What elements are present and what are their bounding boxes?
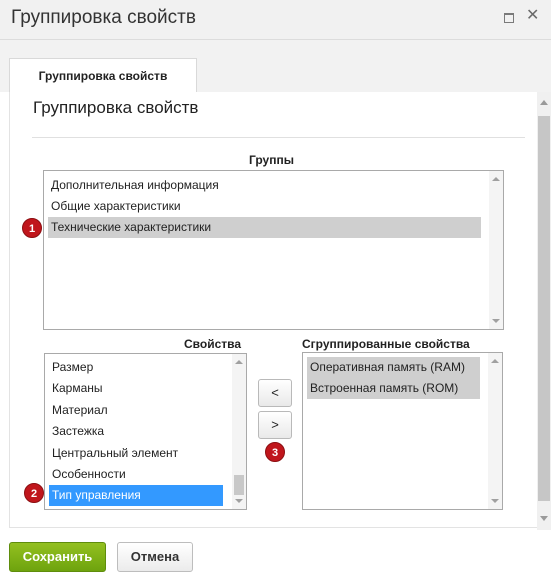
properties-scrollbar[interactable]: [232, 354, 246, 509]
maximize-icon[interactable]: [504, 13, 514, 23]
grouped-properties-listbox[interactable]: Оперативная память (RAM) Встроенная памя…: [302, 352, 503, 510]
grouped-item-selected[interactable]: Оперативная память (RAM): [307, 357, 480, 378]
dialog-scrollbar[interactable]: [537, 92, 551, 530]
groups-label: Группы: [249, 153, 294, 167]
step-badge-1: 1: [22, 218, 42, 238]
properties-label: Свойства: [184, 337, 242, 351]
scroll-up-icon[interactable]: [540, 100, 548, 105]
grouped-properties-label: Сгруппированные свойства: [302, 337, 470, 351]
scroll-down-icon[interactable]: [492, 319, 500, 323]
properties-item-selected[interactable]: Тип управления: [49, 485, 223, 506]
properties-item[interactable]: Особенности: [49, 464, 223, 485]
properties-item[interactable]: Центральный элемент: [49, 443, 223, 464]
scroll-thumb[interactable]: [538, 116, 550, 501]
properties-item[interactable]: Материал: [49, 400, 223, 421]
dialog-title: Группировка свойств: [11, 7, 196, 28]
groups-item-selected[interactable]: Технические характеристики: [48, 217, 481, 238]
scroll-thumb[interactable]: [234, 475, 244, 495]
scroll-up-icon[interactable]: [492, 177, 500, 181]
step-badge-2: 2: [24, 483, 44, 503]
tab-group-properties[interactable]: Группировка свойств: [9, 58, 197, 93]
scroll-down-icon[interactable]: [235, 499, 243, 503]
tab-bar: Группировка свойств: [0, 40, 551, 93]
properties-listbox[interactable]: Размер Карманы Материал Застежка Централ…: [44, 353, 247, 510]
scroll-up-icon[interactable]: [235, 360, 243, 364]
properties-item[interactable]: Карманы: [49, 378, 223, 399]
groups-item[interactable]: Дополнительная информация: [48, 175, 481, 196]
divider: [32, 137, 525, 138]
move-left-button[interactable]: <: [258, 379, 292, 407]
groups-item[interactable]: Общие характеристики: [48, 196, 481, 217]
grouped-item-selected[interactable]: Встроенная память (ROM): [307, 378, 480, 399]
dialog-titlebar: Группировка свойств ✕: [0, 0, 551, 40]
move-right-button[interactable]: >: [258, 411, 292, 439]
scroll-down-icon[interactable]: [540, 516, 548, 521]
scroll-down-icon[interactable]: [491, 499, 499, 503]
grouped-scrollbar[interactable]: [488, 353, 502, 509]
save-button[interactable]: Сохранить: [9, 542, 106, 572]
cancel-button[interactable]: Отмена: [117, 542, 193, 572]
close-icon[interactable]: ✕: [526, 8, 539, 24]
groups-scrollbar[interactable]: [489, 171, 503, 329]
groups-listbox[interactable]: Дополнительная информация Общие характер…: [43, 170, 504, 330]
properties-item[interactable]: Размер: [49, 357, 223, 378]
panel-title: Группировка свойств: [33, 98, 199, 117]
content-panel: Группировка свойств Группы Дополнительна…: [9, 92, 539, 528]
step-badge-3: 3: [265, 442, 285, 462]
properties-item[interactable]: Застежка: [49, 421, 223, 442]
scroll-up-icon[interactable]: [491, 359, 499, 363]
